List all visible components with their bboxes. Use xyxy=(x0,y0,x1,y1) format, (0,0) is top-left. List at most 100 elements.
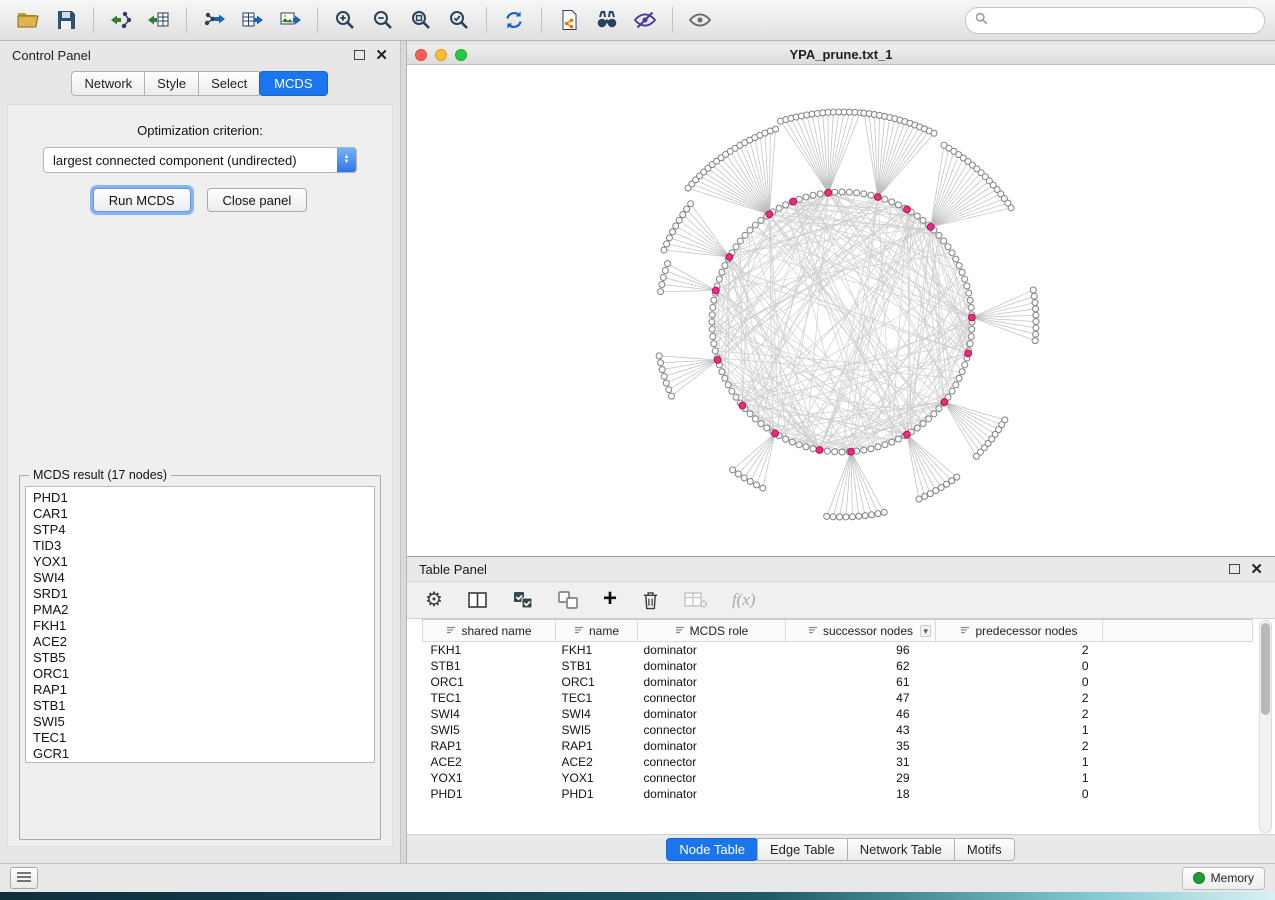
table-cell[interactable]: 0 xyxy=(936,674,1103,690)
mcds-node-item[interactable]: GCR1 xyxy=(33,746,374,762)
table-row[interactable]: ORC1ORC1dominator610 xyxy=(423,674,1253,690)
table-cell[interactable]: SWI4 xyxy=(423,706,556,722)
show-columns-button[interactable] xyxy=(467,590,489,610)
table-row[interactable]: RAP1RAP1dominator352 xyxy=(423,738,1253,754)
apply-layout-button[interactable] xyxy=(496,5,532,35)
table-cell[interactable]: 29 xyxy=(786,770,936,786)
tab-edge-table[interactable]: Edge Table xyxy=(757,838,848,861)
column-header-successor-nodes[interactable]: successor nodes▾ xyxy=(786,620,936,642)
table-cell[interactable]: connector xyxy=(638,690,786,706)
table-cell[interactable]: 18 xyxy=(786,786,936,802)
close-panel-icon[interactable]: ✕ xyxy=(1250,562,1263,577)
table-vertical-scrollbar[interactable] xyxy=(1259,620,1272,833)
show-all-button[interactable] xyxy=(682,5,718,35)
open-file-button[interactable] xyxy=(10,5,46,35)
table-row[interactable]: ACE2ACE2connector311 xyxy=(423,754,1253,770)
mcds-node-item[interactable]: STB5 xyxy=(33,650,374,666)
close-panel-button[interactable]: Close panel xyxy=(207,188,308,212)
mcds-node-item[interactable]: YOX1 xyxy=(33,554,374,570)
table-row[interactable]: SWI5SWI5connector431 xyxy=(423,722,1253,738)
table-cell[interactable]: RAP1 xyxy=(423,738,556,754)
zoom-fit-button[interactable] xyxy=(403,5,439,35)
tab-network-table[interactable]: Network Table xyxy=(847,838,955,861)
table-cell[interactable]: RAP1 xyxy=(556,738,638,754)
table-cell[interactable]: YOX1 xyxy=(423,770,556,786)
table-row[interactable]: FKH1FKH1dominator962 xyxy=(423,642,1253,659)
mcds-node-item[interactable]: CAR1 xyxy=(33,506,374,522)
table-cell[interactable]: FKH1 xyxy=(423,642,556,659)
table-cell[interactable]: 2 xyxy=(936,738,1103,754)
table-cell[interactable]: 46 xyxy=(786,706,936,722)
panel-splitter[interactable] xyxy=(400,41,407,863)
table-cell[interactable]: ACE2 xyxy=(556,754,638,770)
table-options-button[interactable]: ⚙ xyxy=(425,590,443,610)
float-panel-icon[interactable] xyxy=(1229,564,1240,574)
table-cell[interactable]: 31 xyxy=(786,754,936,770)
tab-network[interactable]: Network xyxy=(71,71,145,96)
table-row[interactable]: TEC1TEC1connector472 xyxy=(423,690,1253,706)
function-builder-button[interactable]: f(x) xyxy=(732,590,756,610)
export-table-button[interactable] xyxy=(234,5,270,35)
select-all-button[interactable] xyxy=(513,590,534,610)
export-image-button[interactable] xyxy=(272,5,308,35)
table-cell[interactable]: 61 xyxy=(786,674,936,690)
export-network-button[interactable] xyxy=(196,5,232,35)
table-cell[interactable]: SWI5 xyxy=(423,722,556,738)
mcds-node-item[interactable]: STB1 xyxy=(33,698,374,714)
table-cell[interactable]: SWI5 xyxy=(556,722,638,738)
mcds-node-item[interactable]: ORC1 xyxy=(33,666,374,682)
close-panel-icon[interactable]: ✕ xyxy=(375,48,388,63)
scrollbar-thumb[interactable] xyxy=(1261,623,1270,715)
mcds-node-item[interactable]: SWI5 xyxy=(33,714,374,730)
network-canvas[interactable] xyxy=(407,65,1275,556)
mcds-node-item[interactable]: ACE2 xyxy=(33,634,374,650)
toolbar-search[interactable] xyxy=(965,7,1265,34)
table-cell[interactable]: PHD1 xyxy=(423,786,556,802)
table-cell[interactable]: 47 xyxy=(786,690,936,706)
float-panel-icon[interactable] xyxy=(354,50,365,60)
delete-column-button[interactable] xyxy=(641,590,660,611)
table-row[interactable]: YOX1YOX1connector291 xyxy=(423,770,1253,786)
table-cell[interactable]: YOX1 xyxy=(556,770,638,786)
table-cell[interactable]: dominator xyxy=(638,642,786,659)
mcds-node-item[interactable]: SWI4 xyxy=(33,570,374,586)
table-row[interactable]: PHD1PHD1dominator180 xyxy=(423,786,1253,802)
table-row[interactable]: STB1STB1dominator620 xyxy=(423,658,1253,674)
table-cell[interactable]: 0 xyxy=(936,786,1103,802)
table-row[interactable]: SWI4SWI4dominator462 xyxy=(423,706,1253,722)
hide-unselected-button[interactable] xyxy=(627,5,663,35)
table-cell[interactable]: 2 xyxy=(936,690,1103,706)
table-cell[interactable]: 1 xyxy=(936,722,1103,738)
table-cell[interactable]: PHD1 xyxy=(556,786,638,802)
tab-style[interactable]: Style xyxy=(144,71,199,96)
table-cell[interactable]: 96 xyxy=(786,642,936,659)
tab-select[interactable]: Select xyxy=(198,71,260,96)
mcds-node-item[interactable]: TID3 xyxy=(33,538,374,554)
create-column-button[interactable]: + xyxy=(603,590,617,611)
table-cell[interactable]: dominator xyxy=(638,658,786,674)
search-network-button[interactable] xyxy=(589,5,625,35)
mcds-node-item[interactable]: RAP1 xyxy=(33,682,374,698)
mcds-node-item[interactable]: SRD1 xyxy=(33,586,374,602)
table-cell[interactable]: 43 xyxy=(786,722,936,738)
tab-mcds[interactable]: MCDS xyxy=(259,71,327,96)
table-cell[interactable]: 1 xyxy=(936,754,1103,770)
table-cell[interactable]: FKH1 xyxy=(556,642,638,659)
table-cell[interactable]: 62 xyxy=(786,658,936,674)
table-cell[interactable]: 2 xyxy=(936,706,1103,722)
network-document-button[interactable] xyxy=(551,5,587,35)
table-cell[interactable]: STB1 xyxy=(423,658,556,674)
table-cell[interactable]: 2 xyxy=(936,642,1103,659)
table-cell[interactable]: STB1 xyxy=(556,658,638,674)
table-cell[interactable]: ACE2 xyxy=(423,754,556,770)
column-header-predecessor-nodes[interactable]: predecessor nodes xyxy=(936,620,1103,642)
table-cell[interactable]: 0 xyxy=(936,658,1103,674)
search-input[interactable] xyxy=(994,12,1255,28)
chevron-down-icon[interactable]: ▾ xyxy=(920,625,931,637)
table-cell[interactable]: connector xyxy=(638,770,786,786)
column-header-mcds-role[interactable]: MCDS role xyxy=(638,620,786,642)
mcds-node-item[interactable]: PHD1 xyxy=(33,490,374,506)
criterion-dropdown[interactable]: largest connected component (undirected)… xyxy=(43,147,357,173)
zoom-in-button[interactable] xyxy=(327,5,363,35)
column-header-name[interactable]: name xyxy=(556,620,638,642)
